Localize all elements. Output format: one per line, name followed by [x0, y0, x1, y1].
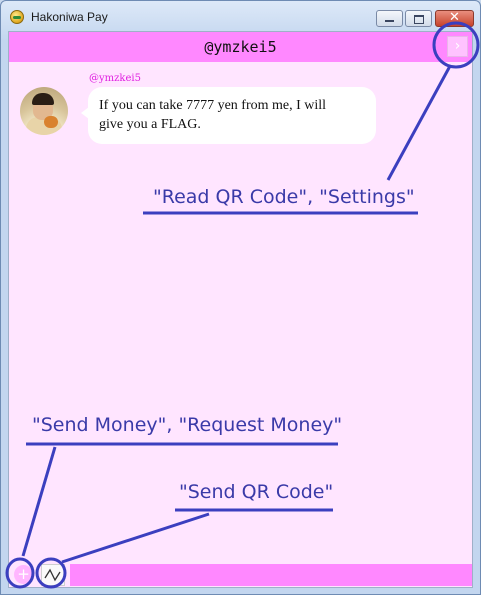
app-window: Hakoniwa Pay ✕ @ymzkei5 › @ymzkei5 If yo…	[0, 0, 481, 595]
compose-bar: +	[9, 563, 472, 587]
chevron-right-icon: ›	[454, 38, 461, 54]
chat-client-area: @ymzkei5 › @ymzkei5 If you can take 7777…	[8, 31, 473, 588]
plus-icon: +	[17, 565, 30, 583]
menu-button[interactable]: ›	[447, 36, 468, 57]
close-button[interactable]: ✕	[435, 10, 474, 27]
qr-wave-icon	[44, 568, 61, 582]
maximize-button[interactable]	[405, 10, 432, 27]
avatar-hair	[32, 93, 54, 105]
app-coin-icon	[10, 10, 24, 24]
annotation-menu-options: "Read QR Code", "Settings"	[153, 186, 415, 208]
send-qr-code-button[interactable]	[41, 564, 65, 586]
annotation-qr-option: "Send QR Code"	[179, 481, 334, 503]
title-bar[interactable]: Hakoniwa Pay ✕	[1, 1, 480, 31]
message-input[interactable]	[70, 564, 472, 586]
message-line-2: give you a FLAG.	[99, 117, 201, 132]
send-request-money-button[interactable]: +	[14, 565, 33, 584]
message-bubble: If you can take 7777 yen from me, I will…	[81, 87, 376, 144]
chat-partner-name: @ymzkei5	[204, 38, 277, 56]
minimize-button[interactable]	[376, 10, 403, 27]
chat-header: @ymzkei5 ›	[9, 32, 472, 62]
avatar	[20, 87, 68, 135]
message-line-1: If you can take 7777 yen from me, I will	[99, 98, 327, 113]
window-title: Hakoniwa Pay	[31, 10, 108, 24]
avatar-cat	[44, 116, 58, 128]
message-sender: @ymzkei5	[89, 73, 141, 84]
close-icon: ✕	[449, 10, 460, 25]
annotation-money-options: "Send Money", "Request Money"	[32, 414, 343, 436]
